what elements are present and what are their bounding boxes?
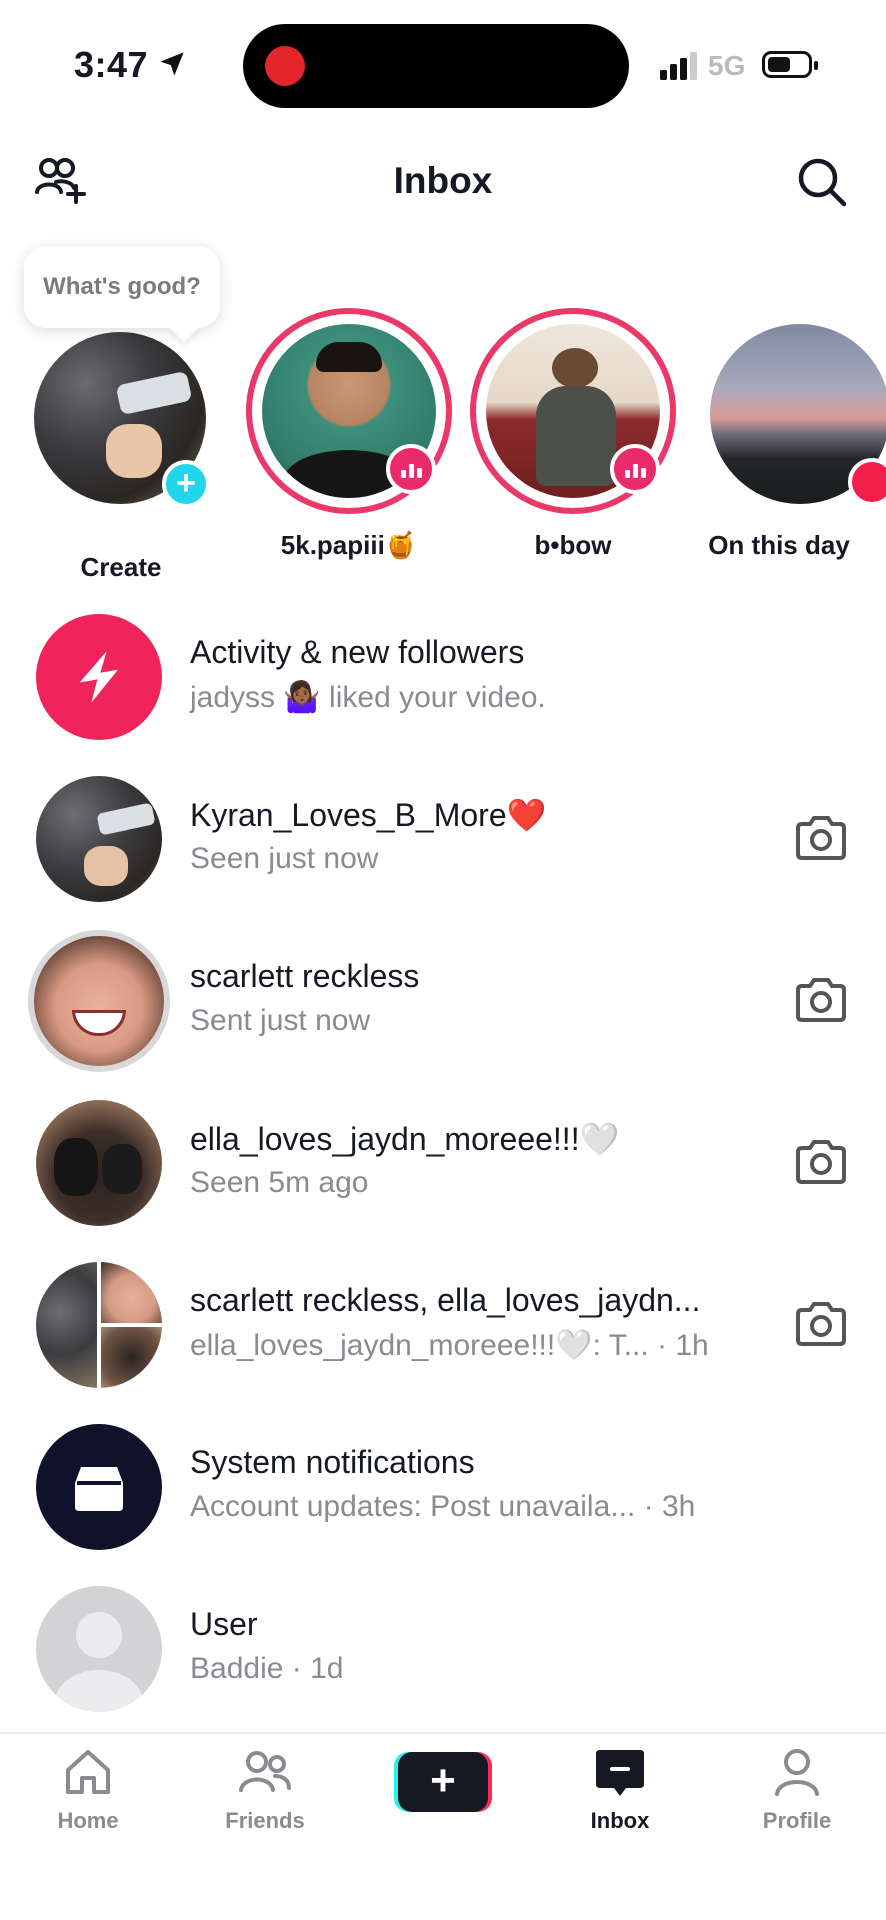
friends-icon <box>239 1751 291 1792</box>
status-prompt-text: What's good? <box>43 273 201 300</box>
row-title: scarlett reckless, ella_loves_jaydn... <box>190 1282 701 1318</box>
status-bar: 3:47 5G <box>0 0 886 130</box>
list-item-user[interactable]: User Baddie · 1d <box>0 1572 886 1722</box>
nav-inbox[interactable]: Inbox <box>545 1744 695 1834</box>
row-title: System notifications <box>190 1444 475 1480</box>
row-title: Activity & new followers <box>190 634 525 670</box>
camera-icon[interactable] <box>794 1138 848 1186</box>
story-label: Create <box>80 552 162 582</box>
nav-profile[interactable]: Profile <box>722 1744 872 1834</box>
battery-icon <box>762 51 818 78</box>
row-subtitle: Baddie · 1d <box>190 1652 344 1685</box>
status-prompt-bubble[interactable]: What's good? <box>24 246 220 328</box>
nav-friends[interactable]: Friends <box>190 1744 340 1834</box>
row-subtitle: Account updates: Post unavaila... · 3h <box>190 1490 696 1523</box>
list-item-scarlett[interactable]: scarlett reckless Sent just now <box>0 924 886 1074</box>
nav-label: Profile <box>762 1808 832 1833</box>
user-avatar <box>36 776 162 902</box>
create-plus-label: + <box>398 1752 488 1812</box>
camera-icon[interactable] <box>794 1300 848 1348</box>
search-icon[interactable] <box>796 156 848 208</box>
create-button[interactable]: + <box>394 1752 492 1812</box>
inbox-tray-icon <box>75 1467 123 1511</box>
bottom-nav: Home Friends + Inbox Profile <box>0 1732 886 1920</box>
nav-label: Home <box>57 1808 119 1833</box>
row-subtitle: jadyss 🤷🏾‍♀️ liked your video. <box>190 681 546 714</box>
camera-icon[interactable] <box>794 814 848 862</box>
row-subtitle: Seen 5m ago <box>190 1166 369 1199</box>
system-avatar <box>36 1424 162 1550</box>
nav-label: Friends <box>225 1808 305 1833</box>
user-avatar <box>36 1100 162 1226</box>
story-label: On this day <box>708 530 850 560</box>
inbox-header: Inbox <box>0 140 886 220</box>
list-item-group-chat[interactable]: scarlett reckless, ella_loves_jaydn... e… <box>0 1248 886 1398</box>
new-memory-dot-icon <box>848 458 886 506</box>
lightning-icon <box>79 651 119 703</box>
live-bars-icon <box>610 444 660 494</box>
create-story-plus-icon[interactable]: + <box>162 460 210 508</box>
row-subtitle: Seen just now <box>190 842 379 875</box>
list-item-system-notifications[interactable]: System notifications Account updates: Po… <box>0 1410 886 1560</box>
recording-indicator-icon <box>265 46 305 86</box>
stories-row: + Create 5k.papiii🍯 b•bow On this day <box>0 300 886 582</box>
cellular-signal-icon <box>660 52 697 80</box>
inbox-message-icon <box>596 1750 644 1796</box>
row-title: ella_loves_jaydn_moreee!!!🤍 <box>190 1121 620 1157</box>
row-subtitle: Sent just now <box>190 1004 371 1037</box>
status-time: 3:47 <box>74 44 149 85</box>
row-subtitle: ella_loves_jaydn_moreee!!!🤍: T... · 1h <box>190 1329 709 1362</box>
list-item-ella[interactable]: ella_loves_jaydn_moreee!!!🤍 Seen 5m ago <box>0 1086 886 1236</box>
group-avatar <box>36 1262 162 1388</box>
profile-icon <box>775 1749 819 1796</box>
user-avatar <box>28 930 170 1072</box>
list-item-kyran[interactable]: Kyran_Loves_B_More❤️ Seen just now <box>0 762 886 912</box>
list-item-activity[interactable]: Activity & new followers jadyss 🤷🏾‍♀️ li… <box>0 600 886 750</box>
network-type: 5G <box>708 50 746 81</box>
activity-avatar <box>36 614 162 740</box>
nav-label: Inbox <box>590 1808 650 1833</box>
dynamic-island <box>243 24 629 108</box>
default-avatar-icon <box>36 1586 162 1712</box>
row-title: Kyran_Loves_B_More❤️ <box>190 797 547 833</box>
page-title: Inbox <box>393 160 493 201</box>
location-arrow-icon <box>160 52 184 76</box>
camera-icon[interactable] <box>794 976 848 1024</box>
row-title: scarlett reckless <box>190 958 420 994</box>
live-bars-icon <box>386 444 436 494</box>
story-label: 5k.papiii🍯 <box>280 530 418 560</box>
nav-home[interactable]: Home <box>13 1744 163 1834</box>
home-icon <box>66 1750 110 1794</box>
row-title: User <box>190 1606 258 1642</box>
